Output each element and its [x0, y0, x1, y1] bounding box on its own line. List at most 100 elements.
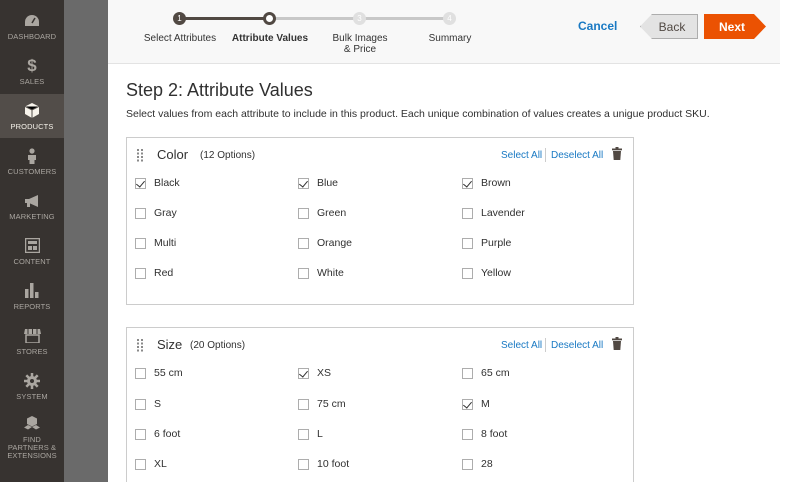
option-10foot[interactable]: 10 foot — [298, 458, 349, 470]
configurable-wizard-panel: 1 3 4 Select Attributes Attribute Values… — [108, 0, 800, 482]
nav-reports[interactable]: REPORTS — [0, 274, 64, 318]
attribute-name: Size — [157, 337, 183, 352]
option-checkbox[interactable] — [135, 398, 146, 410]
select-all-link[interactable]: Select All — [501, 150, 542, 161]
nav-products[interactable]: PRODUCTS — [0, 94, 64, 138]
option-checkbox[interactable] — [462, 428, 473, 440]
step-4-dot: 4 — [443, 12, 456, 25]
option-multi[interactable]: Multi — [135, 237, 176, 249]
nav-content[interactable]: CONTENT — [0, 229, 64, 273]
nav-sales[interactable]: $ SALES — [0, 49, 64, 93]
option-checkbox[interactable] — [298, 237, 309, 249]
bar-chart-icon — [25, 282, 39, 300]
nav-label: FIND PARTNERS & EXTENSIONS — [7, 434, 57, 460]
option-black[interactable]: Black — [135, 177, 180, 189]
page-description: Select values from each attribute to inc… — [126, 108, 710, 120]
nav-customers[interactable]: CUSTOMERS — [0, 139, 64, 183]
option-checkbox[interactable] — [462, 207, 473, 219]
step-2-label[interactable]: Attribute Values — [228, 33, 312, 44]
trash-icon[interactable] — [612, 147, 622, 165]
drag-handle-icon[interactable] — [137, 339, 144, 357]
option-checkbox[interactable] — [298, 177, 309, 189]
option-checkbox[interactable] — [298, 398, 309, 410]
option-28[interactable]: 28 — [462, 458, 493, 470]
option-blue[interactable]: Blue — [298, 177, 338, 189]
nav-label: SYSTEM — [16, 391, 48, 401]
cubes-icon — [24, 415, 40, 433]
option-xl[interactable]: XL — [135, 458, 167, 470]
option-checkbox[interactable] — [135, 458, 146, 470]
nav-find-partners[interactable]: FIND PARTNERS & EXTENSIONS — [0, 412, 64, 462]
option-xs[interactable]: XS — [298, 367, 331, 379]
option-lavender[interactable]: Lavender — [462, 207, 525, 219]
option-green[interactable]: Green — [298, 207, 346, 219]
attribute-card-color: Color (12 Options) Select All Deselect A… — [126, 137, 634, 305]
option-m[interactable]: M — [462, 398, 490, 410]
nav-stores[interactable]: STORES — [0, 319, 64, 363]
deselect-all-link[interactable]: Deselect All — [551, 340, 603, 351]
option-s[interactable]: S — [135, 398, 161, 410]
option-checkbox[interactable] — [298, 207, 309, 219]
deselect-all-link[interactable]: Deselect All — [551, 150, 603, 161]
option-55cm[interactable]: 55 cm — [135, 367, 183, 379]
next-button[interactable]: Next — [704, 14, 766, 39]
option-checkbox[interactable] — [135, 177, 146, 189]
option-purple[interactable]: Purple — [462, 237, 511, 249]
back-button[interactable]: Back — [640, 14, 698, 39]
option-brown[interactable]: Brown — [462, 177, 511, 189]
layout-icon — [24, 237, 40, 255]
nav-label: CUSTOMERS — [7, 166, 57, 176]
option-8foot[interactable]: 8 foot — [462, 428, 507, 440]
option-checkbox[interactable] — [462, 177, 473, 189]
option-gray[interactable]: Gray — [135, 207, 177, 219]
drag-handle-icon[interactable] — [137, 149, 144, 167]
attribute-name: Color — [157, 147, 189, 162]
option-l[interactable]: L — [298, 428, 323, 440]
nav-label: SALES — [19, 76, 45, 86]
option-red[interactable]: Red — [135, 267, 173, 279]
option-checkbox[interactable] — [135, 267, 146, 279]
step-1-label[interactable]: Select Attributes — [138, 33, 222, 44]
step-3-label[interactable]: Bulk Images & Price — [318, 33, 402, 55]
nav-system[interactable]: SYSTEM — [0, 364, 64, 408]
option-checkbox[interactable] — [298, 267, 309, 279]
attribute-option-count: (20 Options) — [190, 340, 246, 351]
option-checkbox[interactable] — [135, 207, 146, 219]
step-1-dot: 1 — [173, 12, 186, 25]
link-divider — [545, 148, 546, 162]
cancel-button[interactable]: Cancel — [578, 19, 617, 33]
option-checkbox[interactable] — [462, 237, 473, 249]
option-65cm[interactable]: 65 cm — [462, 367, 510, 379]
gear-icon — [24, 372, 40, 390]
option-checkbox[interactable] — [462, 458, 473, 470]
page-title: Step 2: Attribute Values — [126, 80, 313, 100]
option-checkbox[interactable] — [135, 367, 146, 379]
option-checkbox[interactable] — [462, 367, 473, 379]
nav-label: DASHBOARD — [7, 31, 57, 41]
nav-label: REPORTS — [13, 301, 51, 311]
trash-icon[interactable] — [612, 337, 622, 355]
wizard-progress-done — [180, 17, 270, 20]
option-checkbox[interactable] — [462, 267, 473, 279]
nav-label: MARKETING — [9, 211, 55, 221]
option-75cm[interactable]: 75 cm — [298, 398, 346, 410]
nav-label: CONTENT — [13, 256, 51, 266]
option-white[interactable]: White — [298, 267, 344, 279]
option-6foot[interactable]: 6 foot — [135, 428, 180, 440]
option-checkbox[interactable] — [135, 237, 146, 249]
select-all-link[interactable]: Select All — [501, 340, 542, 351]
attribute-option-count: (12 Options) — [200, 150, 256, 161]
option-orange[interactable]: Orange — [298, 237, 352, 249]
step-4-label[interactable]: Summary — [408, 33, 492, 44]
nav-label: STORES — [16, 346, 48, 356]
option-checkbox[interactable] — [462, 398, 473, 410]
nav-dashboard[interactable]: DASHBOARD — [0, 4, 64, 48]
option-checkbox[interactable] — [298, 458, 309, 470]
option-yellow[interactable]: Yellow — [462, 267, 511, 279]
cube-icon — [25, 102, 39, 120]
option-checkbox[interactable] — [135, 428, 146, 440]
nav-marketing[interactable]: MARKETING — [0, 184, 64, 228]
option-checkbox[interactable] — [298, 428, 309, 440]
link-divider — [545, 338, 546, 352]
option-checkbox[interactable] — [298, 367, 309, 379]
